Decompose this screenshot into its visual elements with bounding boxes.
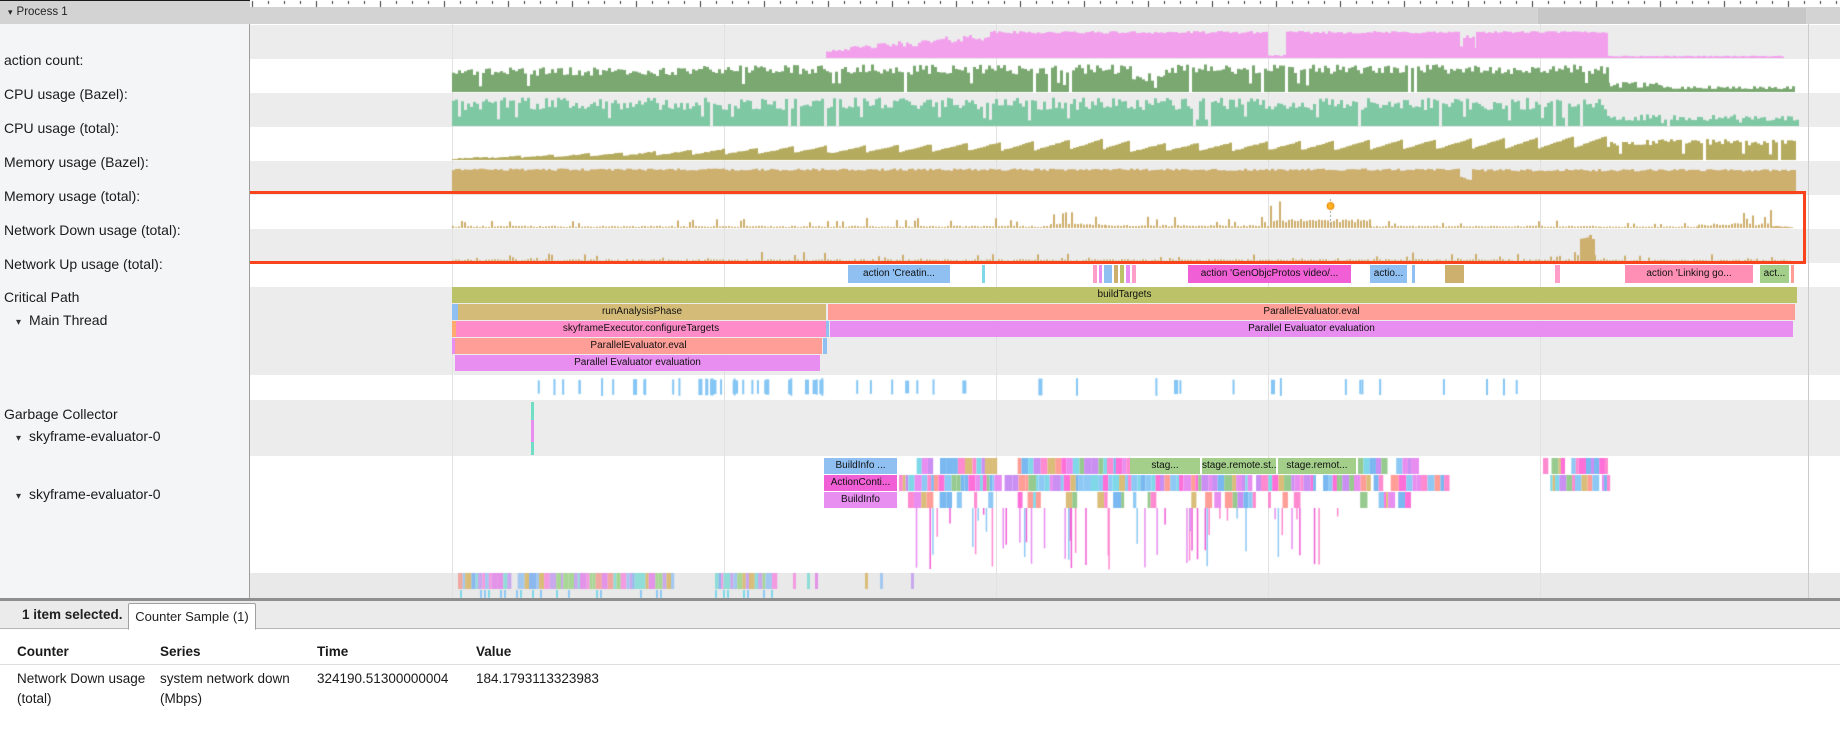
slice[interactable] (1412, 265, 1415, 283)
cell-time: 324190.51300000004 (317, 669, 472, 689)
slice[interactable] (826, 321, 829, 337)
slice-stag-[interactable]: stag... (1130, 458, 1200, 474)
analysis-tab-strip (0, 601, 1840, 629)
track-label-action-count[interactable]: action count: (4, 52, 83, 68)
slice-skyframeexecutor-configuretargets[interactable]: skyframeExecutor.configureTargets (456, 321, 826, 337)
track-label-garbage-collector[interactable]: Garbage Collector (4, 406, 118, 422)
slice-parallel-evaluator-evaluation[interactable]: Parallel Evaluator evaluation (830, 321, 1793, 337)
track-labels-panel: action count: CPU usage (Bazel): CPU usa… (0, 24, 250, 598)
column-header-value: Value (476, 644, 511, 659)
track-label-mem-bazel[interactable]: Memory usage (Bazel): (4, 154, 149, 170)
table-header-divider (0, 664, 1840, 665)
slice-buildinfo[interactable]: BuildInfo (824, 492, 897, 508)
chevron-down-icon[interactable]: ▾ (16, 433, 21, 444)
slice-action-genobjcprotos-video-[interactable]: action 'GenObjcProtos video/... (1188, 265, 1351, 283)
slice[interactable] (1093, 265, 1097, 283)
slice-parallelevaluator-eval[interactable]: ParallelEvaluator.eval (455, 338, 822, 354)
track-label-skyframe-evaluator-0[interactable]: ▾skyframe-evaluator-0 (16, 428, 161, 444)
slice[interactable] (1555, 265, 1560, 283)
track-label-cpu-total[interactable]: CPU usage (total): (4, 120, 119, 136)
slice-runanalysisphase[interactable]: runAnalysisPhase (458, 304, 826, 320)
slice-buildinfo-[interactable]: BuildInfo ... (824, 458, 897, 474)
chevron-down-icon[interactable]: ▾ (16, 317, 21, 328)
column-header-series: Series (160, 644, 201, 659)
track-label-net-up[interactable]: Network Up usage (total): (4, 256, 163, 272)
analysis-table-area: Counter Series Time Value Network Down u… (0, 629, 1840, 742)
slice-evaluator1-marker-inner[interactable] (531, 420, 534, 442)
slice-actionconti-[interactable]: ActionConti... (824, 475, 897, 491)
slice-action-creatin-[interactable]: action 'Creatin... (848, 265, 950, 283)
slice[interactable] (1104, 265, 1112, 283)
slice-parallelevaluator-eval[interactable]: ParallelEvaluator.eval (828, 304, 1795, 320)
track-label-cpu-bazel[interactable]: CPU usage (Bazel): (4, 86, 128, 102)
slice-action-linking-go-[interactable]: action 'Linking go... (1625, 265, 1753, 283)
cell-series: system network down(Mbps) (160, 669, 305, 709)
slice-act-[interactable]: act... (1760, 265, 1789, 283)
trace-viewer: ▾Process 1 action 'Creatin...action 'Gen… (0, 0, 1840, 742)
selection-count-label: 1 item selected. (22, 607, 123, 622)
column-header-counter: Counter (17, 644, 69, 659)
track-label-net-down[interactable]: Network Down usage (total): (4, 222, 181, 238)
slice[interactable] (1791, 265, 1794, 283)
slice-buildtargets[interactable]: buildTargets (452, 287, 1797, 303)
slice[interactable] (1445, 265, 1464, 283)
annotation-box-network (1, 191, 1806, 264)
track-label-main-thread[interactable]: ▾Main Thread (16, 312, 107, 328)
track-label-critical-path[interactable]: Critical Path (4, 289, 79, 305)
slice[interactable] (982, 265, 985, 283)
track-label-skyframe-evaluator-0[interactable]: ▾skyframe-evaluator-0 (16, 486, 161, 502)
slice-stage-remote-st-[interactable]: stage.remote.st... (1202, 458, 1276, 474)
slice[interactable] (1120, 265, 1124, 283)
slice[interactable] (1126, 265, 1130, 283)
cell-counter: Network Down usage(total) (17, 669, 147, 709)
slice-actio-[interactable]: actio... (1370, 265, 1407, 283)
slice[interactable] (1114, 265, 1118, 283)
slice[interactable] (1132, 265, 1136, 283)
chevron-down-icon[interactable]: ▾ (16, 491, 21, 502)
cell-value: 184.1793113323983 (476, 669, 631, 689)
track-label-mem-total[interactable]: Memory usage (total): (4, 188, 140, 204)
slice[interactable] (1099, 265, 1102, 283)
slice[interactable] (823, 338, 827, 354)
column-header-time: Time (317, 644, 348, 659)
slice-stage-remot-[interactable]: stage.remot... (1278, 458, 1356, 474)
tab-counter-sample[interactable]: Counter Sample (1) (128, 603, 256, 630)
slice-parallel-evaluator-evaluation[interactable]: Parallel Evaluator evaluation (455, 355, 820, 371)
